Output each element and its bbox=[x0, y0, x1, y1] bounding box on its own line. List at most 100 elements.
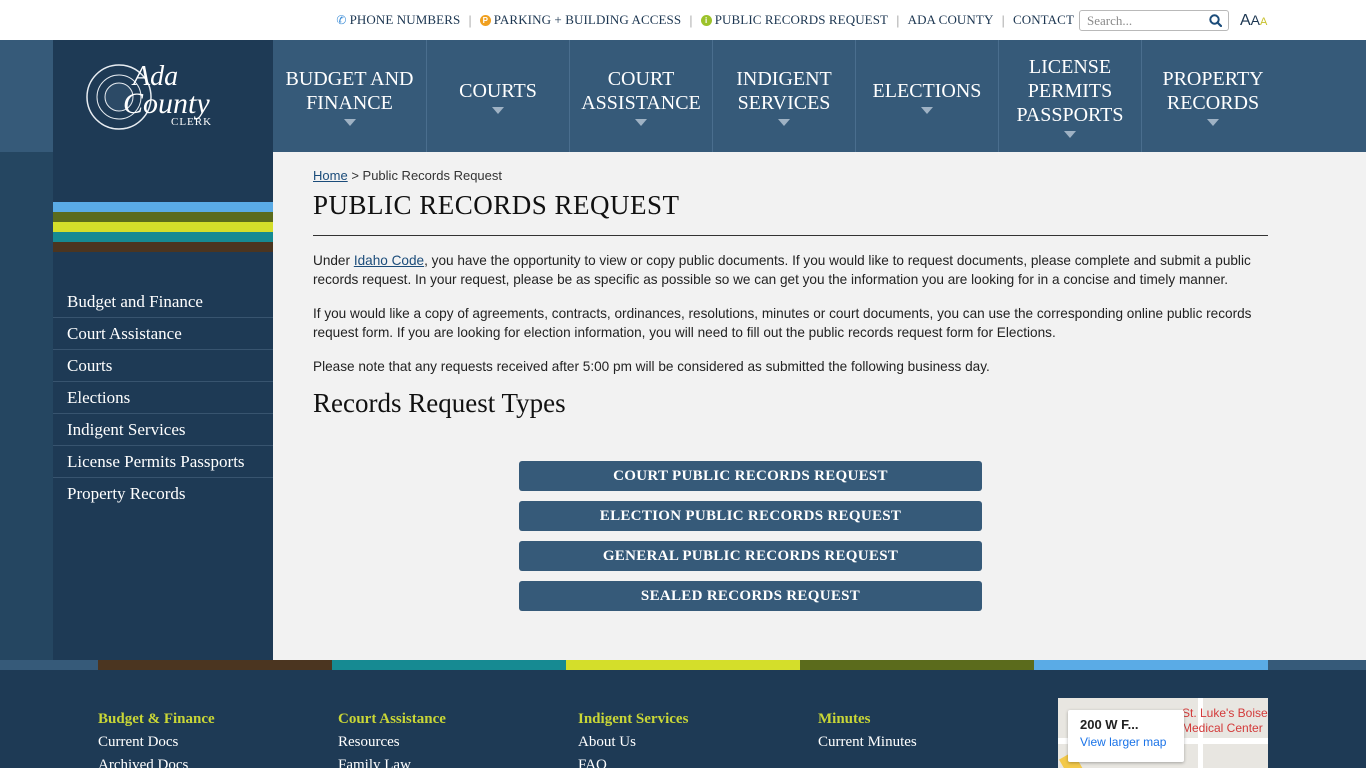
map-place-label: St. Luke's Boise Medical Center bbox=[1182, 706, 1268, 735]
nav-elections[interactable]: ELECTIONS bbox=[855, 40, 998, 152]
general-records-request-button[interactable]: GENERAL PUBLIC RECORDS REQUEST bbox=[519, 541, 982, 571]
nav-court-assistance[interactable]: COURT ASSISTANCE bbox=[569, 40, 712, 152]
footer-link[interactable]: Resources bbox=[338, 733, 446, 751]
footer-heading: Budget & Finance bbox=[98, 711, 215, 727]
footer-heading: Minutes bbox=[818, 711, 871, 727]
ada-county-clerk-logo: Ada County CLERK bbox=[86, 61, 212, 130]
main-content: Home > Public Records Request PUBLIC REC… bbox=[273, 152, 1366, 660]
stripe bbox=[53, 202, 273, 212]
ada-county-label: ADA COUNTY bbox=[907, 12, 994, 27]
intro-suffix: , you have the opportunity to view or co… bbox=[313, 253, 1251, 287]
font-size-medium[interactable]: A bbox=[1251, 12, 1260, 28]
idaho-code-link[interactable]: Idaho Code bbox=[354, 253, 424, 268]
nav-label: INDIGENT bbox=[736, 67, 832, 90]
info-icon: i bbox=[700, 14, 712, 26]
section-title: Records Request Types bbox=[313, 388, 566, 418]
sealed-records-request-button[interactable]: SEALED RECORDS REQUEST bbox=[519, 581, 982, 611]
breadcrumb-separator: > bbox=[351, 168, 359, 183]
nav-license-permits-passports[interactable]: LICENSE PERMITS PASSPORTS bbox=[998, 40, 1141, 152]
map-info-card: 200 W F... View larger map bbox=[1068, 710, 1184, 762]
search-box bbox=[1079, 10, 1229, 31]
parking-link[interactable]: P PARKING + BUILDING ACCESS bbox=[479, 12, 682, 28]
bar-segment bbox=[0, 660, 98, 670]
footer: Budget & Finance Current Docs Archived D… bbox=[0, 670, 1366, 768]
footer-link[interactable]: Archived Docs bbox=[98, 756, 215, 768]
nav-label: PASSPORTS bbox=[1016, 103, 1124, 126]
search-button[interactable] bbox=[1204, 11, 1226, 30]
bar-segment bbox=[1034, 660, 1268, 670]
footer-link[interactable]: Current Docs bbox=[98, 733, 215, 751]
stripe bbox=[53, 242, 273, 252]
breadcrumb-home-link[interactable]: Home bbox=[313, 168, 348, 183]
contact-label: CONTACT bbox=[1012, 12, 1074, 27]
nav-label: PROPERTY bbox=[1162, 67, 1264, 90]
footer-link[interactable]: FAQ bbox=[578, 756, 688, 768]
footer-link[interactable]: Current Minutes bbox=[818, 733, 917, 751]
sidebar-item-property-records[interactable]: Property Records bbox=[53, 478, 273, 510]
court-records-request-button[interactable]: COURT PUBLIC RECORDS REQUEST bbox=[519, 461, 982, 491]
sidebar-item-elections[interactable]: Elections bbox=[53, 382, 273, 414]
contact-link[interactable]: CONTACT bbox=[1013, 12, 1074, 28]
footer-column-budget: Budget & Finance Current Docs Archived D… bbox=[98, 710, 215, 768]
sidebar-item-indigent-services[interactable]: Indigent Services bbox=[53, 414, 273, 446]
footer-link[interactable]: Family Law bbox=[338, 756, 446, 768]
bar-segment bbox=[1268, 660, 1366, 670]
chevron-down-icon bbox=[1207, 118, 1219, 126]
stripe bbox=[53, 212, 273, 222]
phone-numbers-link[interactable]: ✆ PHONE NUMBERS bbox=[336, 12, 460, 28]
chevron-down-icon bbox=[778, 118, 790, 126]
phone-icon: ✆ bbox=[336, 12, 347, 27]
request-types-buttons: COURT PUBLIC RECORDS REQUEST ELECTION PU… bbox=[519, 461, 982, 621]
svg-text:CLERK: CLERK bbox=[171, 116, 212, 128]
parking-label: PARKING + BUILDING ACCESS bbox=[493, 12, 682, 27]
nav-indigent-services[interactable]: INDIGENT SERVICES bbox=[712, 40, 855, 152]
font-size-large[interactable]: A bbox=[1240, 12, 1251, 30]
content-area: Home > Public Records Request PUBLIC REC… bbox=[313, 152, 1268, 419]
public-records-link[interactable]: i PUBLIC RECORDS REQUEST bbox=[700, 12, 888, 28]
nav-label: FINANCE bbox=[306, 91, 393, 114]
bar-segment bbox=[98, 660, 332, 670]
nav-label: ASSISTANCE bbox=[581, 91, 701, 114]
breadcrumb-current: Public Records Request bbox=[362, 168, 502, 183]
location-map[interactable]: St. Luke's Boise Medical Center 200 W F.… bbox=[1058, 698, 1268, 768]
stripe bbox=[53, 232, 273, 242]
stripe bbox=[53, 222, 273, 232]
nav-label: COURT bbox=[607, 67, 675, 90]
main-nav: BUDGET AND FINANCE COURTS COURT ASSISTAN… bbox=[273, 40, 1284, 152]
sidebar-item-license-permits-passports[interactable]: License Permits Passports bbox=[53, 446, 273, 478]
view-larger-map-link[interactable]: View larger map bbox=[1080, 735, 1184, 749]
deadline-note-paragraph: Please note that any requests received a… bbox=[313, 359, 990, 374]
font-size-small[interactable]: A bbox=[1260, 16, 1267, 28]
search-input[interactable] bbox=[1080, 11, 1204, 30]
separator: | bbox=[689, 12, 693, 28]
sidebar-item-courts[interactable]: Courts bbox=[53, 350, 273, 382]
nav-label: ELECTIONS bbox=[872, 79, 982, 102]
logo-link[interactable]: Ada County CLERK bbox=[53, 40, 273, 152]
nav-label: BUDGET AND bbox=[285, 67, 414, 90]
nav-label: PERMITS bbox=[1027, 79, 1113, 102]
phone-numbers-label: PHONE NUMBERS bbox=[349, 12, 461, 27]
ada-county-link[interactable]: ADA COUNTY bbox=[908, 12, 994, 28]
footer-column-indigent: Indigent Services About Us FAQ bbox=[578, 710, 688, 768]
election-records-request-button[interactable]: ELECTION PUBLIC RECORDS REQUEST bbox=[519, 501, 982, 531]
intro-paragraph: Under Idaho Code, you have the opportuni… bbox=[313, 251, 1268, 289]
nav-label: SERVICES bbox=[737, 91, 831, 114]
nav-label: LICENSE bbox=[1028, 55, 1112, 78]
search-icon bbox=[1208, 14, 1222, 27]
sidebar-item-court-assistance[interactable]: Court Assistance bbox=[53, 318, 273, 350]
copy-info-paragraph: If you would like a copy of agreements, … bbox=[313, 306, 1252, 340]
parking-icon: P bbox=[479, 14, 491, 26]
separator: | bbox=[896, 12, 900, 28]
nav-budget-and-finance[interactable]: BUDGET AND FINANCE bbox=[273, 40, 426, 152]
sidebar-item-budget-and-finance[interactable]: Budget and Finance bbox=[53, 286, 273, 318]
chevron-down-icon bbox=[343, 118, 356, 126]
nav-property-records[interactable]: PROPERTY RECORDS bbox=[1141, 40, 1284, 152]
footer-color-bar bbox=[0, 660, 1366, 670]
sidebar: Budget and Finance Court Assistance Cour… bbox=[53, 152, 273, 660]
font-size-controls: A A A bbox=[1240, 12, 1267, 30]
breadcrumb: Home > Public Records Request bbox=[313, 168, 1268, 183]
map-address: 200 W F... bbox=[1080, 717, 1139, 732]
footer-link[interactable]: About Us bbox=[578, 733, 688, 751]
nav-label: COURTS bbox=[459, 79, 537, 102]
nav-courts[interactable]: COURTS bbox=[426, 40, 569, 152]
